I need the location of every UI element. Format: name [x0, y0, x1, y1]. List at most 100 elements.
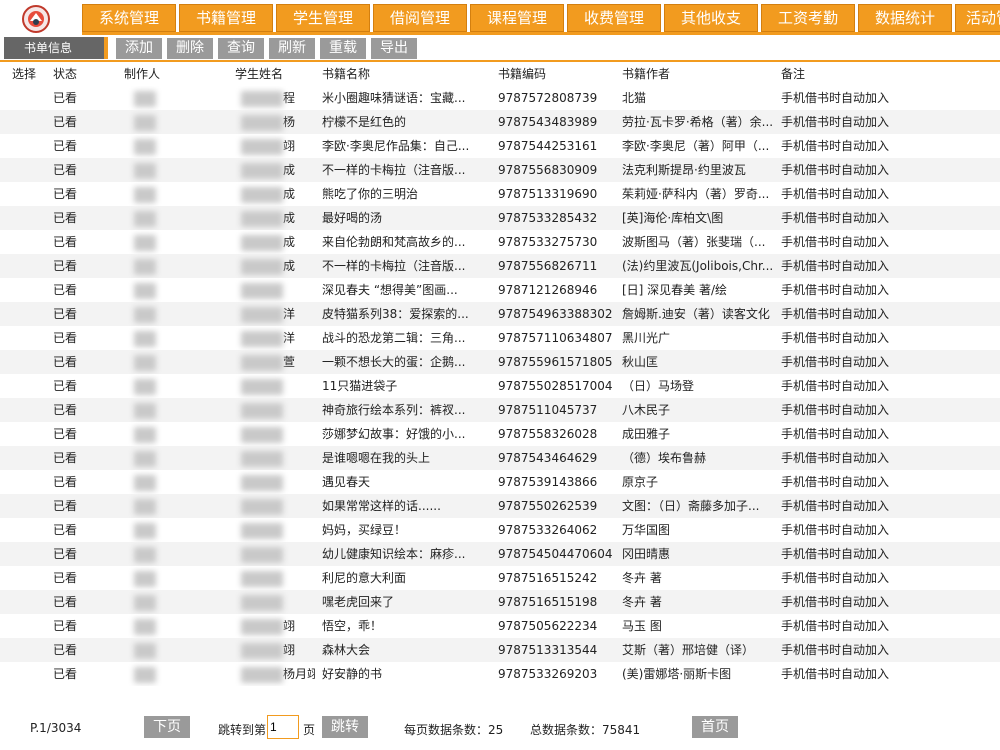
redacted-name — [134, 330, 156, 347]
per-page-count: 每页数据条数：25 — [404, 723, 504, 737]
jump-page-input[interactable] — [267, 715, 299, 739]
table-row[interactable]: 已看 洋 战斗的恐龙第二辑：三角... 978757110634807 黑川光广 手机借书… — [0, 326, 1000, 350]
table-row[interactable]: 已看 成 熊吃了你的三明治 9787513319690 茱莉娅·萨科内（著）罗奇... 手… — [0, 182, 1000, 206]
menu-item[interactable]: 学生管理 — [276, 4, 370, 32]
next-page-button[interactable]: 下页 — [144, 716, 190, 738]
table-row[interactable]: 已看 莎娜梦幻故事：好饿的小... 9787558326028 成田雅子 手机借书时自动… — [0, 422, 1000, 446]
redacted-name — [241, 426, 283, 443]
menu-item[interactable]: 书籍管理 — [179, 4, 273, 32]
student-name-visible: 成 — [283, 187, 296, 201]
redacted-name — [134, 402, 156, 419]
table-row[interactable]: 已看 深见春夫 “想得美”图画... 9787121268946 [日] 深见春美 著… — [0, 278, 1000, 302]
table-row[interactable]: 已看 如果常常这样的话...... 9787550262539 文图：（日）斋藤多加子… — [0, 494, 1000, 518]
table-row[interactable]: 已看 利尼的意大利面 9787516515242 冬卉 著 手机借书时自动加入 — [0, 566, 1000, 590]
redacted-name — [134, 306, 156, 323]
title-cell: 幼儿健康知识绘本：麻疹... — [322, 547, 466, 561]
column-header-note: 备注 — [781, 67, 806, 81]
maker-cell — [124, 398, 224, 422]
redacted-name — [241, 474, 283, 491]
author-cell: （日）马场登 — [622, 379, 695, 393]
note-cell: 手机借书时自动加入 — [781, 475, 890, 489]
table-row[interactable]: 已看 是谁嗯嗯在我的头上 9787543464629 （德）埃布鲁赫 手机借书时自动加入 — [0, 446, 1000, 470]
refresh-button[interactable]: 刷新 — [269, 38, 315, 59]
maker-cell — [124, 518, 224, 542]
search-button[interactable]: 查询 — [218, 38, 264, 59]
table-body: 已看程米小圈趣味猜谜语：宝藏... 9787572808739 北猫 手机借书时自动加… — [0, 86, 1000, 686]
status-cell: 已看 — [53, 595, 78, 609]
status-cell: 已看 — [53, 523, 78, 537]
note-cell: 手机借书时自动加入 — [781, 499, 890, 513]
menu-item[interactable]: 课程管理 — [470, 4, 564, 32]
maker-cell — [124, 278, 224, 302]
student-name-visible: 成 — [283, 259, 296, 273]
table-row[interactable]: 已看 11只猫进袋子 978755028517004 （日）马场登 手机借书时自动加入 — [0, 374, 1000, 398]
table-row[interactable]: 已看 成 不一样的卡梅拉（注音版... 9787556826711 (法)约里波瓦(Jo… — [0, 254, 1000, 278]
maker-cell — [124, 446, 224, 470]
table-row[interactable]: 已看 幼儿健康知识绘本：麻疹... 978754504470604 冈田晴惠 手机借书时… — [0, 542, 1000, 566]
student-cell: 洋 — [235, 302, 315, 326]
menu-item[interactable]: 收费管理 — [567, 4, 661, 32]
title-cell: 神奇旅行绘本系列：裤衩... — [322, 403, 466, 417]
table-row[interactable]: 已看 杨 柠檬不是红色的 9787543483989 劳拉·瓦卡罗·希格（著）余... 手… — [0, 110, 1000, 134]
note-cell: 手机借书时自动加入 — [781, 595, 890, 609]
menu-item[interactable]: 借阅管理 — [373, 4, 467, 32]
title-cell: 森林大会 — [322, 643, 371, 657]
redacted-name — [241, 402, 283, 419]
table-row[interactable]: 已看 翊 悟空，乖！ 9787505622234 马玉 图 手机借书时自动加入 — [0, 614, 1000, 638]
title-cell: 好安静的书 — [322, 667, 383, 681]
student-cell: 翊 — [235, 614, 315, 638]
table-row[interactable]: 已看 翊 李欧·李奥尼作品集：自己... 9787544253161 李欧·李奥尼（著）… — [0, 134, 1000, 158]
student-cell — [235, 422, 315, 446]
student-name-visible: 程 — [283, 91, 296, 105]
redacted-name — [241, 234, 283, 251]
title-cell: 莎娜梦幻故事：好饿的小... — [322, 427, 466, 441]
status-cell: 已看 — [53, 307, 78, 321]
redacted-name — [241, 138, 283, 155]
status-cell: 已看 — [53, 259, 78, 273]
add-button[interactable]: 添加 — [116, 38, 162, 59]
table-row[interactable]: 已看 翊 森林大会 9787513313544 艾斯（著）邢培健（译） 手机借书时自动加入 — [0, 638, 1000, 662]
maker-cell — [124, 302, 224, 326]
table-row[interactable]: 已看 杨月翊 好安静的书 9787533269203 (美)雷娜塔·丽斯卡图 手机借书时自… — [0, 662, 1000, 686]
maker-cell — [124, 326, 224, 350]
student-cell: 杨 — [235, 110, 315, 134]
student-cell — [235, 542, 315, 566]
maker-cell — [124, 422, 224, 446]
reload-button[interactable]: 重载 — [320, 38, 366, 59]
student-name-visible: 翊 — [283, 643, 296, 657]
table-row[interactable]: 已看 成 来自伦勃朗和梵高故乡的... 9787533275730 波斯图马（著）张斐瑞… — [0, 230, 1000, 254]
table-row[interactable]: 已看 程 米小圈趣味猜谜语：宝藏... 9787572808739 北猫 手机借书时自动加… — [0, 86, 1000, 110]
table-row[interactable]: 已看 成 不一样的卡梅拉（注音版... 9787556830909 法克利斯提昂·约里波… — [0, 158, 1000, 182]
status-cell: 已看 — [53, 547, 78, 561]
table-row[interactable]: 已看 成 最好喝的汤 9787533285432 [英]海伦·库柏文\图 手机借书时自动加… — [0, 206, 1000, 230]
code-cell: 9787556830909 — [498, 163, 598, 177]
school-logo-icon — [22, 5, 50, 33]
table-row[interactable]: 已看 嘿老虎回来了 9787516515198 冬卉 著 手机借书时自动加入 — [0, 590, 1000, 614]
table-row[interactable]: 已看 洋 皮特猫系列38：爱探索的... 978754963388302 詹姆斯.迪安（… — [0, 302, 1000, 326]
table-row[interactable]: 已看 妈妈，买绿豆！ 9787533264062 万华国图 手机借书时自动加入 — [0, 518, 1000, 542]
table-row[interactable]: 已看 神奇旅行绘本系列：裤衩... 9787511045737 八木民子 手机借书时自动… — [0, 398, 1000, 422]
menu-item[interactable]: 工资考勤 — [761, 4, 855, 32]
menu-item[interactable]: 其他收支 — [664, 4, 758, 32]
jump-button[interactable]: 跳转 — [322, 716, 368, 738]
student-name-visible: 翊 — [283, 139, 296, 153]
author-cell: 冈田晴惠 — [622, 547, 671, 561]
maker-cell — [124, 614, 224, 638]
menu-item[interactable]: 系统管理 — [82, 4, 176, 32]
student-cell — [235, 398, 315, 422]
redacted-name — [134, 498, 156, 515]
redacted-name — [241, 306, 283, 323]
delete-button[interactable]: 删除 — [167, 38, 213, 59]
export-button[interactable]: 导出 — [371, 38, 417, 59]
table-row[interactable]: 已看 萱 一颗不想长大的蛋：企鹅... 978755961571805 秋山匡 手机借书时… — [0, 350, 1000, 374]
title-cell: 11只猫进袋子 — [322, 379, 398, 393]
menu-item[interactable]: 数据统计 — [858, 4, 952, 32]
table-row[interactable]: 已看 遇见春天 9787539143866 原京子 手机借书时自动加入 — [0, 470, 1000, 494]
first-page-button[interactable]: 首页 — [692, 716, 738, 738]
redacted-name — [241, 618, 283, 635]
tab-book-list[interactable]: 书单信息 — [4, 37, 108, 59]
author-cell: 波斯图马（著）张斐瑞（... — [622, 235, 766, 249]
menu-item[interactable]: 活动管 — [955, 4, 1000, 32]
code-cell: 978754963388302 — [498, 307, 613, 321]
book-list-table: 选择 状态 制作人 学生姓名 书籍名称 书籍编码 书籍作者 备注 已看 程 米小圈趣… — [0, 62, 1000, 686]
